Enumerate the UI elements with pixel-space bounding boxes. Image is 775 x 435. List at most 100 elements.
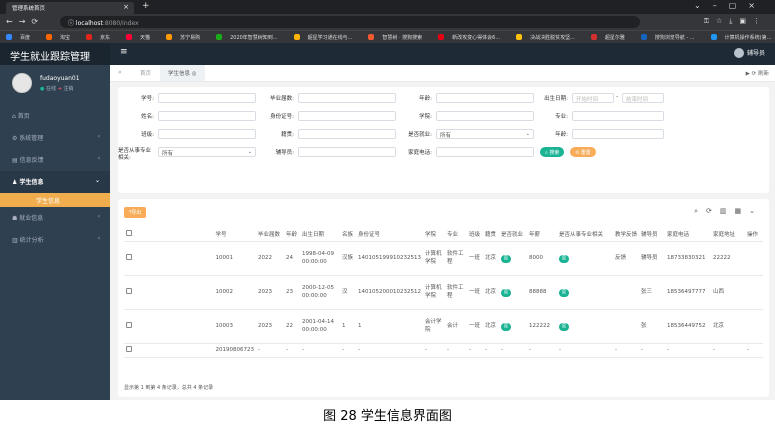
sidebar-item-stats[interactable]: ▥ 统计分析 ‹	[0, 229, 110, 251]
close-tab-icon[interactable]: ◎	[192, 71, 197, 77]
new-tab-icon[interactable]: +	[142, 1, 150, 11]
row-checkbox[interactable]	[124, 275, 214, 310]
nav-arrows-icon[interactable]: ←→⟳	[6, 17, 44, 26]
column-header[interactable]: 辅导员	[639, 227, 665, 242]
bookmark-item[interactable]: 决战决胜脱贫攻坚...	[516, 34, 583, 41]
bookmark-item[interactable]: 淘宝	[46, 34, 78, 41]
logout-link[interactable]: 注销	[63, 86, 73, 92]
xueyuan-input[interactable]	[436, 111, 534, 121]
table-cell-op	[745, 309, 763, 344]
window-controls[interactable]: ⌄–▢×	[694, 1, 767, 10]
bookmark-item[interactable]: 计算机操作系统(第...	[710, 34, 775, 41]
chevron-down-icon: ⌄	[525, 131, 530, 137]
column-header[interactable]: 年龄	[284, 227, 300, 242]
jiguan-input[interactable]	[298, 129, 396, 139]
table-row[interactable]: 10002 2023 23 2000-12-05 00:00:00 汉 140105200…	[124, 275, 763, 310]
column-header[interactable]: 家庭电话	[665, 227, 711, 242]
column-header[interactable]: 班级	[467, 227, 483, 242]
column-header[interactable]: 是否就业	[499, 227, 527, 242]
birth-end-input[interactable]: 结束时间	[622, 93, 664, 103]
birth-start-input[interactable]: 开始时间	[572, 93, 614, 103]
select-all-checkbox[interactable]	[124, 227, 214, 242]
bookmark-item[interactable]: 超星学习通在线与...	[293, 34, 361, 41]
column-header[interactable]: 身份证号	[356, 227, 423, 242]
scroll-left-icon[interactable]: «	[118, 69, 122, 76]
menu-toggle-icon[interactable]: ≡	[120, 47, 128, 57]
refresh-icon[interactable]: ⟳	[706, 207, 720, 215]
close-icon[interactable]: ×	[123, 3, 129, 11]
column-header[interactable]: 专业	[445, 227, 467, 242]
table-row[interactable]: 10003 2023 22 2001-04-14 00:00:00 1 1 会计学院 会计 一班…	[124, 309, 763, 344]
bookmark-item[interactable]: 京东	[86, 34, 118, 41]
table-row[interactable]: 20190806723- - - - - - - - - - - - - - - - -	[124, 343, 763, 358]
table-cell-addr: -	[711, 343, 745, 358]
column-header[interactable]: 教学反馈	[613, 227, 639, 242]
bookmarks-bar: 百度 淘宝 京东 天猫 苏宁易购 2020年智慧树知到... 超星学习通在线与... 智慧树 …	[0, 30, 775, 43]
nianling-input[interactable]	[436, 93, 534, 103]
table-cell-nx: -	[527, 343, 557, 358]
table-cell-bj: -	[467, 343, 483, 358]
chevron-left-icon: ‹	[97, 235, 100, 242]
row-checkbox[interactable]	[124, 309, 214, 344]
jiating-input[interactable]	[436, 147, 534, 157]
browser-tab[interactable]: 管理系统首页 ×	[6, 2, 134, 14]
fudaoyuan-input[interactable]	[298, 147, 396, 157]
xuehao-input[interactable]	[158, 93, 256, 103]
logout-icon[interactable]: ➔	[58, 86, 62, 92]
bookmark-item[interactable]: 搜狗浏览导航 - ...	[640, 34, 703, 41]
bookmark-item[interactable]: 超星尔雅	[590, 34, 633, 41]
column-header[interactable]: 名族	[340, 227, 356, 242]
bookmark-item[interactable]: 新改攻变心得体会6...	[438, 34, 508, 41]
search-button[interactable]: ⌕ 搜索	[540, 147, 565, 157]
bookmark-item[interactable]: 2020年智慧树知到...	[216, 34, 286, 41]
column-header[interactable]: 出生日期	[300, 227, 340, 242]
jiuye-select[interactable]: 所有 ⌄	[436, 129, 534, 139]
congshi-select[interactable]: 所有 ⌄	[158, 147, 256, 157]
main-content: « 首页 学生信息 ◎ ▶ ⟳ 刷新 学号: 毕业届数: 年龄: 出生日期: 开始…	[110, 65, 775, 400]
sidebar-item-feedback[interactable]: ▤ 信息反馈 ‹	[0, 149, 110, 171]
table-row[interactable]: 10001 2022 24 1998-04-09 00:00:00 汉族 14010519…	[124, 241, 763, 276]
browser-actions-icon[interactable]: ⚿☆⤓▣⋮	[704, 17, 767, 26]
table-cell-mz: 汉族	[340, 241, 356, 276]
shenfen-input[interactable]	[298, 111, 396, 121]
biye-input[interactable]	[298, 93, 396, 103]
pagination-info: 显示第 1 到第 4 条记录，总共 4 条记录	[124, 385, 214, 391]
bookmark-item[interactable]: 天猫	[126, 34, 158, 41]
column-header[interactable]: 学号	[213, 227, 256, 242]
sidebar-item-employment[interactable]: ☗ 就业信息 ‹	[0, 207, 110, 229]
sidebar-subitem-student-info[interactable]: 学生信息	[0, 193, 110, 207]
sidebar-item-student[interactable]: ♟ 学生信息 ⌄	[0, 171, 110, 193]
export-button[interactable]: ⤒导出	[124, 207, 147, 218]
row-checkbox[interactable]	[124, 241, 214, 276]
search-icon[interactable]: ⌕	[694, 207, 706, 215]
student-table: 学号 毕业届数 年龄 出生日期 名族 身份证号 学院 专业 班级 籍贯 是否就业 年薪 是否从事专业相关…	[124, 227, 763, 358]
jiating-field: 家庭电话:	[408, 147, 534, 157]
sidebar-item-system[interactable]: ⚙ 系统管理 ‹	[0, 127, 110, 149]
table-cell-jy: 是	[499, 309, 527, 344]
table-cell-xh: 10002	[213, 275, 256, 310]
xingming-input[interactable]	[158, 111, 256, 121]
zhuanye-input[interactable]	[572, 111, 664, 121]
nianji-input[interactable]	[572, 129, 664, 139]
bookmark-item[interactable]: 百度	[6, 34, 38, 41]
bookmark-item[interactable]: 智慧树 · 搜狗搜索	[368, 34, 430, 41]
column-header[interactable]: 操作	[745, 227, 763, 242]
row-checkbox[interactable]	[124, 343, 214, 358]
column-header[interactable]: 籍贯	[483, 227, 499, 242]
columns-icon[interactable]: ▥	[720, 207, 735, 215]
sidebar-item-home[interactable]: ⌂ 首页	[0, 105, 110, 127]
tab-student-info[interactable]: 学生信息 ◎	[160, 65, 205, 81]
column-header[interactable]: 年薪	[527, 227, 557, 242]
refresh-button[interactable]: ▶ ⟳ 刷新	[746, 69, 769, 77]
bookmark-item[interactable]: 苏宁易购	[166, 34, 208, 41]
column-header[interactable]: 学院	[423, 227, 445, 242]
reset-button[interactable]: ⟲ 重置	[570, 147, 596, 157]
grid-icon[interactable]: ▦⌄	[735, 207, 763, 215]
url-input[interactable]: ⓘ localhost:8080/index	[60, 16, 640, 28]
tab-home[interactable]: 首页	[132, 65, 159, 81]
column-header[interactable]: 家庭地址	[711, 227, 745, 242]
banji-input[interactable]	[158, 129, 256, 139]
column-header[interactable]: 毕业届数	[256, 227, 284, 242]
column-header[interactable]: 是否从事专业相关	[557, 227, 613, 242]
header-user[interactable]: 辅导员	[733, 48, 765, 58]
